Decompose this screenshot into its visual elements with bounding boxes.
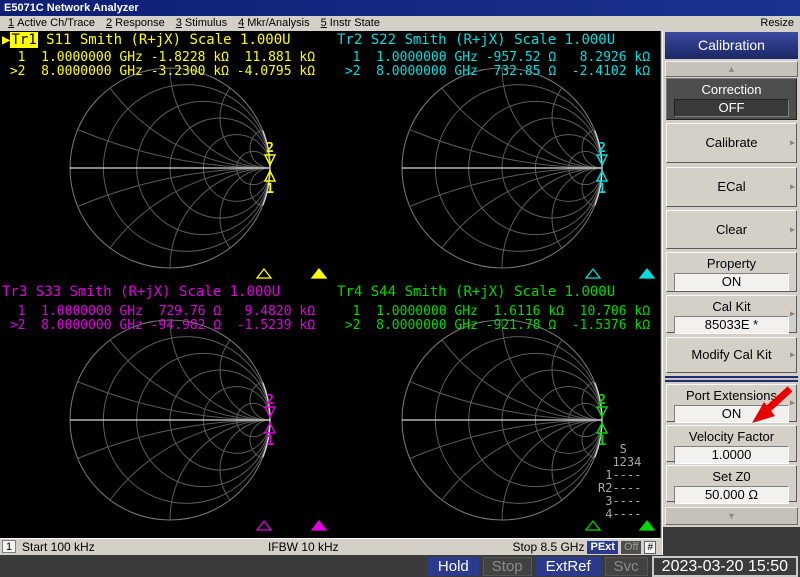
ifbw-label: IFBW 10 kHz bbox=[268, 540, 339, 554]
annotation-arrow-icon bbox=[744, 383, 796, 427]
trace3-marker1-readout: 1 1.0000000 GHz 729.76 Ω 9.4820 kΩ bbox=[2, 305, 315, 319]
hash-badge: # bbox=[644, 541, 656, 554]
window-title: E5071C Network Analyzer bbox=[4, 2, 139, 14]
menu-instr-state[interactable]: 5Instr State bbox=[321, 16, 380, 31]
softkey-separator bbox=[665, 376, 798, 382]
trace1-name: Tr1 bbox=[10, 32, 37, 48]
svg-text:2: 2 bbox=[598, 141, 606, 156]
velocity-factor-value: 1.0000 bbox=[674, 446, 789, 464]
trace2-header[interactable]: Tr2 S22 Smith (R+jX) Scale 1.000U bbox=[337, 32, 615, 48]
softkey-property[interactable]: Property ON bbox=[666, 252, 797, 292]
window-titlebar: E5071C Network Analyzer bbox=[0, 0, 800, 16]
softkey-cal-kit[interactable]: Cal Kit 85033E * ▸ bbox=[666, 295, 797, 333]
start-frequency-label: Start 100 kHz bbox=[22, 540, 95, 554]
correction-off-badge: Off bbox=[621, 541, 641, 554]
submenu-arrow-icon: ▸ bbox=[790, 182, 795, 193]
trace3-marker2-readout: >2 8.0000000 GHz -94.982 Ω -1.5239 kΩ bbox=[2, 319, 315, 333]
svc-status: Svc bbox=[605, 557, 648, 576]
resize-button[interactable]: Resize bbox=[760, 16, 794, 31]
softkey-set-z0[interactable]: Set Z0 50.000 Ω bbox=[666, 465, 797, 502]
trace4-marker1-readout: 1 1.0000000 GHz 1.6116 kΩ 10.706 kΩ bbox=[337, 305, 650, 319]
correction-state: OFF bbox=[674, 99, 789, 117]
submenu-arrow-icon: ▸ bbox=[790, 138, 795, 149]
trace1-marker2-readout: >2 8.0000000 GHz -3.2300 kΩ -4.0795 kΩ bbox=[2, 65, 315, 79]
softkey-modify-cal-kit[interactable]: Modify Cal Kit ▸ bbox=[666, 337, 797, 373]
instrument-status-bar: Hold Stop ExtRef Svc 2023-03-20 15:50 bbox=[0, 555, 800, 577]
stop-status: Stop bbox=[483, 557, 532, 576]
extref-status: ExtRef bbox=[536, 557, 601, 576]
stop-frequency-label: Stop 8.5 GHz bbox=[512, 540, 584, 554]
menu-response[interactable]: 2Response bbox=[106, 16, 165, 31]
cal-kit-value: 85033E * bbox=[674, 316, 789, 334]
trace4-header[interactable]: Tr4 S44 Smith (R+jX) Scale 1.000U bbox=[337, 284, 615, 300]
scroll-up-icon: ▲ bbox=[727, 64, 736, 74]
menu-mkr-analysis[interactable]: 4Mkr/Analysis bbox=[238, 16, 309, 31]
trace4-marker2-readout: >2 8.0000000 GHz -921.78 Ω -1.5376 kΩ bbox=[337, 319, 650, 333]
softkey-clear[interactable]: Clear ▸ bbox=[666, 210, 797, 249]
port-extension-badge: PExt bbox=[587, 541, 617, 554]
softkey-menu-title: Calibration bbox=[665, 32, 798, 59]
hold-status: Hold bbox=[428, 557, 479, 576]
scroll-down-icon: ▼ bbox=[727, 511, 736, 521]
channel-status-bar: 1 Start 100 kHz IFBW 10 kHz Stop 8.5 GHz… bbox=[0, 538, 660, 555]
softkey-correction[interactable]: Correction OFF bbox=[666, 78, 797, 120]
trace2-marker1-readout: 1 1.0000000 GHz -957.52 Ω 8.2926 kΩ bbox=[337, 51, 650, 65]
submenu-arrow-icon: ▸ bbox=[790, 224, 795, 235]
softkey-scroll-up-button[interactable]: ▲ bbox=[665, 61, 798, 77]
analyzer-screen: E5071C Network Analyzer 1Active Ch/Trace… bbox=[0, 0, 800, 577]
clock-display: 2023-03-20 15:50 bbox=[652, 556, 798, 577]
softkey-ecal[interactable]: ECal ▸ bbox=[666, 167, 797, 207]
svg-text:1: 1 bbox=[598, 182, 606, 197]
channel-window: 21212121 ▶Tr1 S11 Smith (R+jX) Scale 1.0… bbox=[0, 31, 660, 538]
svg-text:2: 2 bbox=[598, 393, 606, 408]
softkey-panel: Calibration ▲ Correction OFF Calibrate ▸… bbox=[662, 31, 800, 555]
set-z0-value: 50.000 Ω bbox=[674, 486, 789, 504]
softkey-velocity-factor[interactable]: Velocity Factor 1.0000 bbox=[666, 425, 797, 462]
channel-number-badge: 1 bbox=[2, 540, 16, 553]
trace2-marker2-readout: >2 8.0000000 GHz 732.85 Ω -2.4102 kΩ bbox=[337, 65, 650, 79]
softkey-scroll-down-button[interactable]: ▼ bbox=[665, 507, 798, 525]
svg-text:1: 1 bbox=[266, 434, 274, 449]
submenu-arrow-icon: ▸ bbox=[790, 309, 795, 320]
property-state: ON bbox=[674, 273, 789, 291]
trace1-header[interactable]: ▶Tr1 S11 Smith (R+jX) Scale 1.000U bbox=[2, 32, 291, 48]
submenu-arrow-icon: ▸ bbox=[790, 350, 795, 361]
trace3-header[interactable]: Tr3 S33 Smith (R+jX) Scale 1.000U bbox=[2, 284, 280, 300]
menu-bar: 1Active Ch/Trace 2Response 3Stimulus 4Mk… bbox=[0, 16, 800, 31]
menu-active-ch-trace[interactable]: 1Active Ch/Trace bbox=[8, 16, 95, 31]
menu-stimulus[interactable]: 3Stimulus bbox=[176, 16, 227, 31]
softkey-panel-footer bbox=[663, 527, 800, 555]
softkey-calibrate[interactable]: Calibrate ▸ bbox=[666, 123, 797, 163]
svg-text:2: 2 bbox=[266, 141, 274, 156]
trace1-marker1-readout: 1 1.0000000 GHz -1.8228 kΩ 11.881 kΩ bbox=[2, 51, 315, 65]
sparameter-status-matrix: S 1234 1---- R2---- 3---- 4---- bbox=[598, 443, 641, 521]
svg-text:2: 2 bbox=[266, 393, 274, 408]
svg-text:1: 1 bbox=[266, 182, 274, 197]
